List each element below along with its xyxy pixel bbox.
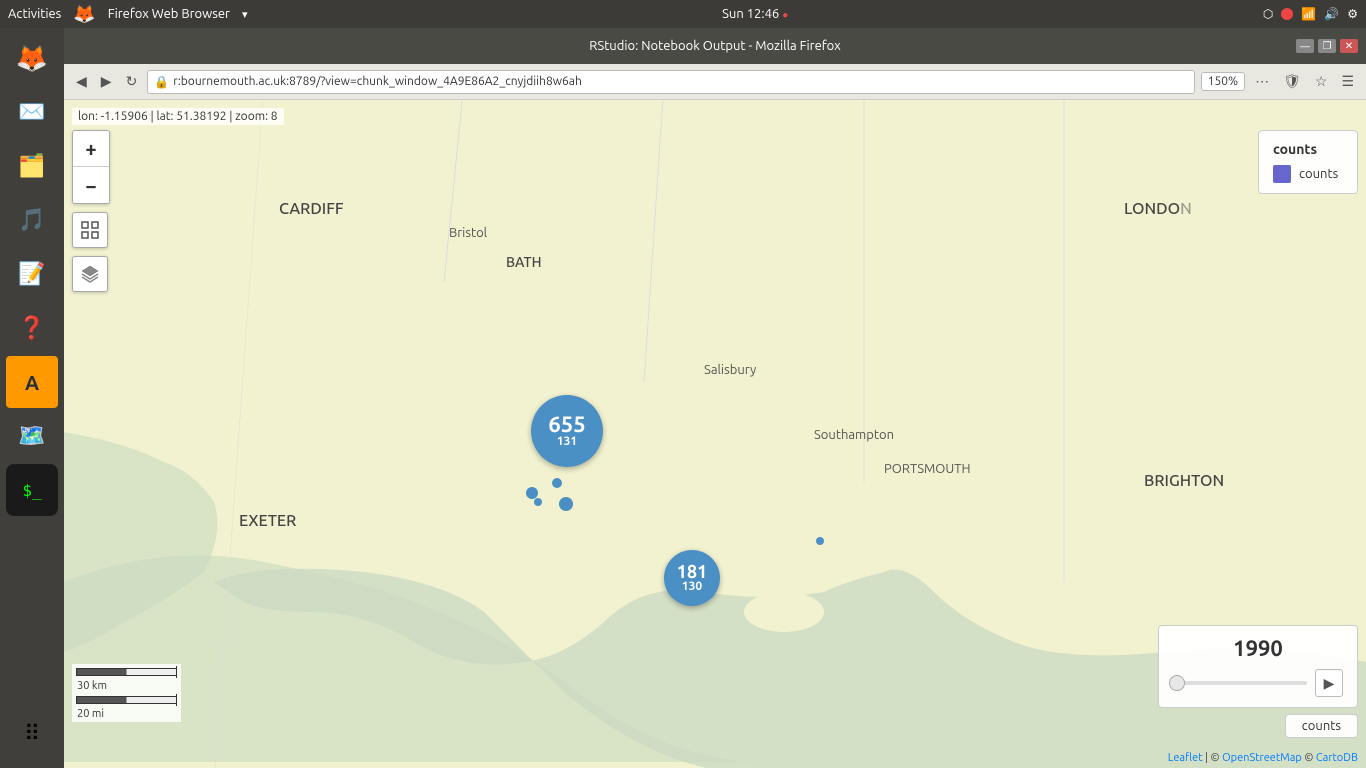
- carto-link[interactable]: CartoDB: [1316, 752, 1358, 764]
- sidebar-icon-music[interactable]: 🎵: [6, 194, 58, 246]
- tray-circle: [1281, 8, 1293, 20]
- minimize-button[interactable]: —: [1296, 39, 1314, 53]
- reload-button[interactable]: ↻: [122, 71, 142, 92]
- zoom-indicator: 150%: [1201, 72, 1245, 91]
- activities-label[interactable]: Activities: [8, 7, 61, 21]
- browser-titlebar: RStudio: Notebook Output - Mozilla Firef…: [64, 28, 1366, 64]
- recording-dot: ●: [782, 9, 788, 20]
- legend-item-label: counts: [1299, 167, 1338, 181]
- map-controls: + −: [72, 130, 110, 292]
- year-slider-track[interactable]: [1173, 681, 1307, 685]
- map-coordinates: lon: -1.15906 | lat: 51.38192 | zoom: 8: [72, 108, 284, 125]
- scale-km-label: 30 km: [77, 680, 107, 692]
- tray-volume: 🔊: [1324, 7, 1339, 21]
- back-button[interactable]: ◀: [72, 71, 91, 92]
- small-dot-2[interactable]: [552, 478, 562, 488]
- sidebar-icon-amazon[interactable]: A: [6, 356, 58, 408]
- url-bar[interactable]: 🔒 r:bournemouth.ac.uk:8789/?view=chunk_w…: [147, 70, 1194, 94]
- close-button[interactable]: ✕: [1340, 39, 1358, 53]
- year-slider-container: 1990 ▶: [1158, 625, 1358, 708]
- forward-button[interactable]: ▶: [97, 71, 116, 92]
- browser-toolbar: ◀ ▶ ↻ 🔒 r:bournemouth.ac.uk:8789/?view=c…: [64, 64, 1366, 100]
- sidebar-icon-qgis[interactable]: 🗺️: [6, 410, 58, 462]
- sidebar-icon-files[interactable]: 🗂️: [6, 140, 58, 192]
- cluster-655-main: 655: [548, 414, 585, 436]
- tray-settings: ⚙: [1347, 7, 1358, 21]
- cluster-181-sub: 130: [682, 581, 702, 593]
- legend-title: counts: [1273, 141, 1343, 157]
- attribution-separator1: | ©: [1205, 752, 1222, 764]
- scale-mi-label: 20 mi: [77, 708, 104, 720]
- scale-bar: 30 km 20 mi: [72, 664, 181, 722]
- shield-icon: 🛡: [1279, 71, 1305, 92]
- attribution-separator2: ©: [1304, 752, 1316, 764]
- cluster-655-sub: 131: [557, 436, 577, 448]
- zoom-controls: + −: [72, 130, 110, 204]
- menu-button[interactable]: ☰: [1337, 71, 1358, 92]
- map-legend: counts counts: [1258, 130, 1358, 194]
- layers-button[interactable]: [72, 256, 108, 292]
- slider-thumb[interactable]: [1169, 675, 1185, 691]
- legend-color-swatch: [1273, 165, 1291, 183]
- sidebar-icon-sticky[interactable]: 📝: [6, 248, 58, 300]
- browser-title: RStudio: Notebook Output - Mozilla Firef…: [589, 39, 840, 53]
- browser-window-controls: — ❐ ✕: [1296, 39, 1358, 53]
- layers-icon: [80, 264, 100, 284]
- zoom-in-button[interactable]: +: [73, 131, 109, 167]
- browser-name-label[interactable]: Firefox Web Browser: [108, 7, 230, 21]
- tray-wifi: 📶: [1301, 7, 1316, 21]
- cluster-181-main: 181: [677, 563, 707, 581]
- sidebar-icon-terminal[interactable]: $_: [6, 464, 58, 516]
- zoom-out-button[interactable]: −: [73, 167, 109, 203]
- cluster-655[interactable]: 655 131: [531, 395, 603, 467]
- leaflet-link[interactable]: Leaflet: [1168, 752, 1203, 764]
- sidebar-icon-email[interactable]: ✉️: [6, 86, 58, 138]
- sidebar-icon-apps[interactable]: ⠿: [6, 708, 58, 760]
- fullscreen-icon: [81, 221, 99, 239]
- time-display: Sun 12:46: [722, 7, 779, 21]
- small-dot-4[interactable]: [559, 497, 573, 511]
- sidebar-icon-help[interactable]: ❓: [6, 302, 58, 354]
- small-dot-5[interactable]: [816, 537, 824, 545]
- osm-link[interactable]: OpenStreetMap: [1222, 752, 1302, 764]
- os-topbar: Activities 🦊 Firefox Web Browser ▾ Sun 1…: [0, 0, 1366, 28]
- cluster-181[interactable]: 181 130: [664, 550, 720, 606]
- slider-row: ▶: [1173, 669, 1343, 697]
- map-attribution: Leaflet | © OpenStreetMap © CartoDB: [1168, 752, 1358, 764]
- bookmark-button[interactable]: ☆: [1311, 71, 1332, 92]
- fullscreen-button[interactable]: [72, 212, 108, 248]
- small-dot-3[interactable]: [534, 498, 542, 506]
- play-button[interactable]: ▶: [1315, 669, 1343, 697]
- overflow-menu-button[interactable]: ⋯: [1251, 71, 1273, 92]
- sidebar-icon-firefox[interactable]: 🦊: [6, 32, 58, 84]
- browser-window: RStudio: Notebook Output - Mozilla Firef…: [64, 28, 1366, 768]
- year-display: 1990: [1173, 636, 1343, 661]
- tray-dropbox: ⬡: [1263, 7, 1273, 21]
- url-text: r:bournemouth.ac.uk:8789/?view=chunk_win…: [173, 75, 582, 88]
- counts-button[interactable]: counts: [1285, 714, 1358, 738]
- map-container[interactable]: lon: -1.15906 | lat: 51.38192 | zoom: 8 …: [64, 100, 1366, 768]
- application-sidebar: 🦊 ✉️ 🗂️ 🎵 📝 ❓ A 🗺️ $_ ⠿: [0, 28, 64, 768]
- restore-button[interactable]: ❐: [1318, 39, 1336, 53]
- legend-item-counts: counts: [1273, 165, 1343, 183]
